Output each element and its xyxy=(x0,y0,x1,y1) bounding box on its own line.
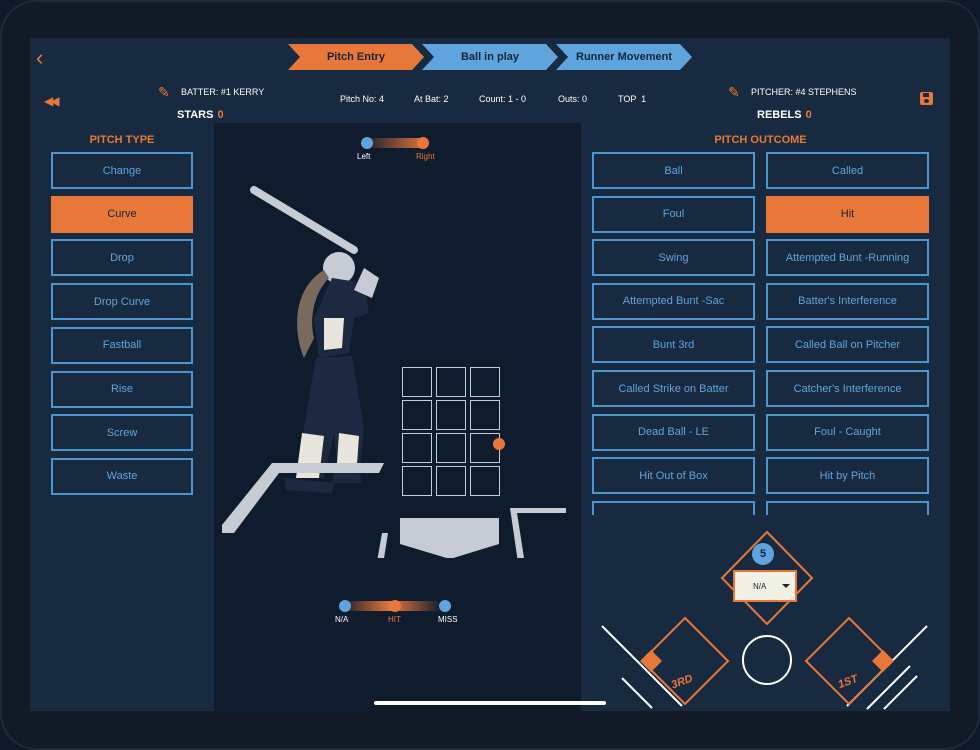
outcome-foul-caught[interactable]: Foul - Caught xyxy=(766,413,929,451)
outcome-attempted-bunt-sac[interactable]: Attempted Bunt -Sac xyxy=(592,282,755,320)
strike-zone-cell[interactable] xyxy=(470,466,500,496)
outcome-hit-by-pitch[interactable]: Hit by Pitch xyxy=(766,457,929,495)
pitch-type-rise[interactable]: Rise xyxy=(51,370,193,408)
pitcher-select[interactable]: N/A xyxy=(733,570,797,602)
batter-field: Left Right N/A HIT MISS xyxy=(214,123,581,711)
strike-zone-cell[interactable] xyxy=(436,400,466,430)
pitch-location-marker[interactable] xyxy=(493,438,505,450)
pitch-type-waste[interactable]: Waste xyxy=(51,457,193,495)
edit-batter-pencil-icon[interactable]: ✎ xyxy=(158,84,170,101)
home-plate xyxy=(400,518,499,558)
jersey-front xyxy=(324,318,344,350)
outcome-catcher-s-interference[interactable]: Catcher's Interference xyxy=(766,370,929,407)
rewind-icon[interactable]: ◀◀ xyxy=(44,94,60,108)
outcome-swing[interactable]: Swing xyxy=(592,239,755,277)
pitcher-label: PITCHER: #4 STEPHENS xyxy=(751,87,857,97)
right-batters-box xyxy=(510,508,566,558)
bat xyxy=(250,186,358,254)
outcome-foul[interactable]: Foul xyxy=(592,195,755,233)
miss-label: MISS xyxy=(438,615,458,624)
strike-zone-cell[interactable] xyxy=(436,433,466,463)
step-runner-movement[interactable]: Runner Movement xyxy=(556,44,692,70)
pitch-outcome-title: PITCH OUTCOME xyxy=(714,134,807,146)
pitch-type-curve[interactable]: Curve xyxy=(51,195,193,233)
count: Count: 1 - 0 xyxy=(479,94,527,104)
outcome-hit[interactable]: Hit xyxy=(766,195,929,233)
pitch-type-drop-curve[interactable]: Drop Curve xyxy=(51,283,193,321)
outcome-next-row-button[interactable] xyxy=(592,500,755,515)
foul-line-left xyxy=(601,625,683,707)
strike-zone-cell[interactable] xyxy=(402,466,432,496)
pitch-type-title: PITCH TYPE xyxy=(89,134,155,146)
strike-zone-cell[interactable] xyxy=(402,433,432,463)
outcome-dead-ball-le[interactable]: Dead Ball - LE xyxy=(592,413,755,451)
pitcher-number-badge: 5 xyxy=(752,543,774,565)
outcome-ball[interactable]: Ball xyxy=(592,152,755,189)
na-label: N/A xyxy=(335,615,349,624)
home-team-name: STARS xyxy=(177,109,214,121)
baseline-right-2 xyxy=(883,675,918,710)
at-bat: At Bat: 2 xyxy=(414,94,449,104)
miss-handle[interactable] xyxy=(439,600,451,612)
strike-zone-cell[interactable] xyxy=(402,400,432,430)
away-team-name: REBELS xyxy=(757,109,802,121)
strike-zone xyxy=(402,367,502,497)
step-pitch-entry[interactable]: Pitch Entry xyxy=(288,44,424,70)
outcome-bunt-3rd[interactable]: Bunt 3rd xyxy=(592,326,755,364)
outcome-next-row-button[interactable] xyxy=(766,500,929,515)
app-screen: ‹ Pitch Entry Ball in play Runner Moveme… xyxy=(30,38,950,711)
pitch-type-screw[interactable]: Screw xyxy=(51,414,193,452)
batter-label: BATTER: #1 KERRY xyxy=(181,87,265,97)
away-team-score: 0 xyxy=(805,109,812,121)
edit-pitcher-pencil-icon[interactable]: ✎ xyxy=(728,84,740,101)
first-base-bag xyxy=(872,650,894,672)
dropdown-caret-icon xyxy=(782,584,790,588)
strike-zone-cell[interactable] xyxy=(470,400,500,430)
pitcher-circle[interactable] xyxy=(742,635,792,685)
home-team: STARS 0 xyxy=(177,109,224,121)
strike-zone-cell[interactable] xyxy=(402,367,432,397)
inning: TOP 1 xyxy=(618,94,647,104)
hit-handle[interactable] xyxy=(389,600,401,612)
pitch-type-drop[interactable]: Drop xyxy=(51,239,193,277)
outcome-called[interactable]: Called xyxy=(766,152,929,189)
pitch-number: Pitch No: 4 xyxy=(340,94,385,104)
right-handle[interactable] xyxy=(417,137,429,149)
outcome-called-strike-on-batter[interactable]: Called Strike on Batter xyxy=(592,370,755,407)
hit-label: HIT xyxy=(388,615,401,624)
strike-zone-cell[interactable] xyxy=(470,367,500,397)
strike-zone-cell[interactable] xyxy=(436,367,466,397)
chevron-left-icon[interactable]: ‹ xyxy=(36,47,43,69)
cleat-right xyxy=(332,473,362,483)
home-team-score: 0 xyxy=(217,109,224,121)
outcome-hit-out-of-box[interactable]: Hit Out of Box xyxy=(592,457,755,495)
save-icon[interactable] xyxy=(920,92,933,105)
outcome-called-ball-on-pitcher[interactable]: Called Ball on Pitcher xyxy=(766,326,929,364)
right-label: Right xyxy=(416,152,435,161)
outcome-batter-s-interference[interactable]: Batter's Interference xyxy=(766,282,929,320)
outs: Outs: 0 xyxy=(558,94,588,104)
left-label: Left xyxy=(357,152,371,161)
outcome-attempted-bunt-running[interactable]: Attempted Bunt -Running xyxy=(766,239,929,277)
strike-zone-cell[interactable] xyxy=(436,466,466,496)
away-team: REBELS 0 xyxy=(757,109,812,121)
step-ball-in-play[interactable]: Ball in play xyxy=(422,44,558,70)
pitch-type-fastball[interactable]: Fastball xyxy=(51,326,193,364)
pitch-outcome-list[interactable]: Ball Called Foul Hit Swing Attempted Bunt -Ru… xyxy=(592,151,932,515)
home-indicator[interactable] xyxy=(374,701,606,705)
cleat-left xyxy=(284,478,334,493)
na-handle[interactable] xyxy=(339,600,351,612)
baseline-right xyxy=(866,665,911,710)
left-box-line xyxy=(377,533,388,558)
left-handle[interactable] xyxy=(361,137,373,149)
batter-illustration xyxy=(222,186,566,558)
pitch-type-change[interactable]: Change xyxy=(51,152,193,189)
pitcher-select-value: N/A xyxy=(753,582,767,591)
baseline-left xyxy=(621,677,653,709)
